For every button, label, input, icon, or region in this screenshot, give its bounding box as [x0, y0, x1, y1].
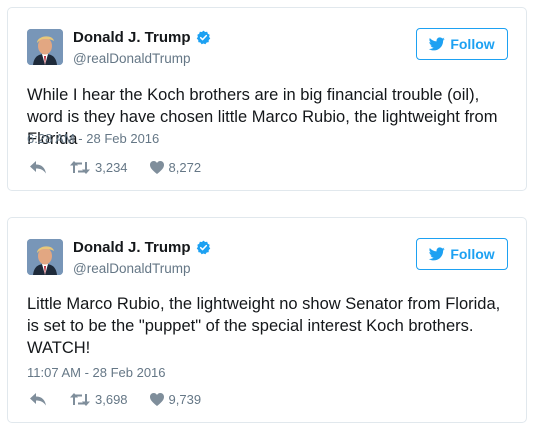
verified-badge-icon	[196, 30, 211, 45]
follow-button-label: Follow	[450, 246, 495, 262]
tweet-card: Donald J. Trump @realDonaldTrump Follow …	[7, 7, 527, 191]
like-button[interactable]: 8,272	[149, 160, 202, 175]
heart-icon	[149, 161, 164, 174]
like-count: 8,272	[168, 160, 202, 175]
author-row: Donald J. Trump	[73, 239, 211, 256]
retweet-button[interactable]: 3,698	[70, 392, 128, 407]
avatar[interactable]	[27, 29, 63, 65]
reply-button[interactable]	[30, 393, 46, 406]
tweet-text: Little Marco Rubio, the lightweight no s…	[27, 295, 501, 357]
retweet-icon	[70, 393, 90, 406]
follow-button[interactable]: Follow	[416, 28, 508, 60]
tweet-timestamp[interactable]: 6:28 AM - 28 Feb 2016	[27, 131, 159, 146]
author-row: Donald J. Trump	[73, 29, 211, 46]
follow-button[interactable]: Follow	[416, 238, 508, 270]
avatar[interactable]	[27, 239, 63, 275]
author-name[interactable]: Donald J. Trump	[73, 29, 191, 46]
retweet-icon	[70, 161, 90, 174]
retweet-count: 3,698	[95, 392, 128, 407]
heart-icon	[149, 393, 164, 406]
tweet-actions: 3,698 9,739	[30, 392, 201, 407]
tweet-card: Donald J. Trump @realDonaldTrump Follow …	[7, 217, 527, 423]
like-count: 9,739	[168, 392, 202, 407]
twitter-bird-icon	[429, 247, 446, 261]
twitter-bird-icon	[429, 37, 446, 51]
reply-icon	[30, 161, 46, 174]
like-button[interactable]: 9,739	[149, 392, 202, 407]
author-handle[interactable]: @realDonaldTrump	[73, 51, 191, 66]
author-handle[interactable]: @realDonaldTrump	[73, 261, 191, 276]
tweet-actions: 3,234 8,272	[30, 160, 201, 175]
reply-button[interactable]	[30, 161, 46, 174]
retweet-count: 3,234	[95, 160, 128, 175]
follow-button-label: Follow	[450, 36, 495, 52]
author-name[interactable]: Donald J. Trump	[73, 239, 191, 256]
reply-icon	[30, 393, 46, 406]
retweet-button[interactable]: 3,234	[70, 160, 128, 175]
tweet-timestamp[interactable]: 11:07 AM - 28 Feb 2016	[27, 365, 166, 380]
verified-badge-icon	[196, 240, 211, 255]
